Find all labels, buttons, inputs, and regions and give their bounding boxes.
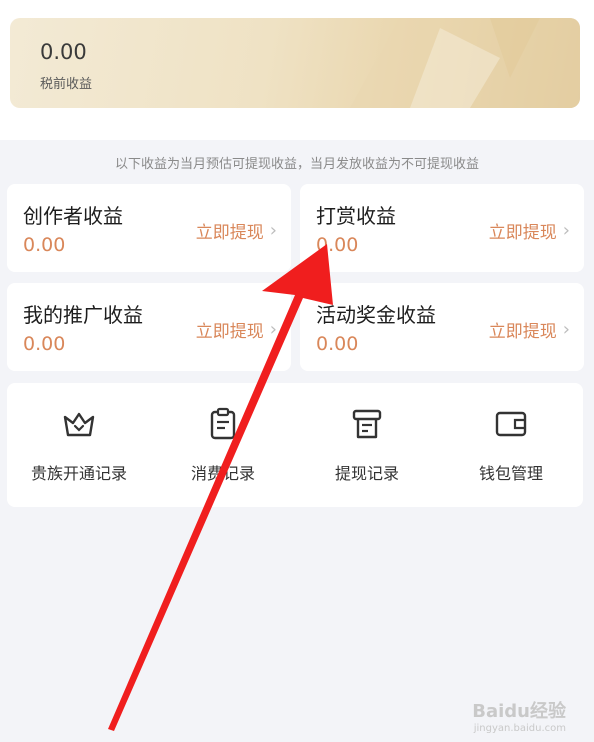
withdraw-label: 立即提现 bbox=[488, 223, 557, 243]
clipboard-icon bbox=[210, 407, 236, 440]
entry-consumption-records[interactable]: 消费记录 bbox=[151, 383, 295, 507]
chevron-right-icon: › bbox=[562, 220, 570, 241]
income-amount: 0.00 bbox=[316, 333, 359, 355]
entry-label: 钱包管理 bbox=[478, 464, 543, 483]
star-decoration-icon bbox=[350, 18, 580, 108]
pretax-income-card[interactable]: 0.00 税前收益 bbox=[10, 18, 580, 108]
watermark-main: Baidu经验 bbox=[472, 701, 566, 722]
income-card-event-bonus: 活动奖金收益 0.00 立即提现 › bbox=[300, 283, 584, 371]
withdraw-button[interactable]: 立即提现 › bbox=[489, 218, 570, 243]
withdraw-label: 立即提现 bbox=[488, 322, 557, 342]
wallet-icon bbox=[495, 411, 527, 437]
income-amount: 0.00 bbox=[23, 333, 66, 355]
records-panel: 贵族开通记录 消费记录 提现记录 钱包管理 bbox=[7, 383, 583, 507]
income-amount: 0.00 bbox=[23, 234, 66, 256]
chevron-right-icon: › bbox=[562, 319, 570, 340]
chevron-right-icon: › bbox=[269, 319, 277, 340]
entry-wallet-management[interactable]: 钱包管理 bbox=[439, 383, 583, 507]
notice-text: 以下收益为当月预估可提现收益，当月发放收益为不可提现收益 bbox=[114, 157, 479, 172]
withdraw-label: 立即提现 bbox=[195, 223, 264, 243]
income-card-promotion: 我的推广收益 0.00 立即提现 › bbox=[7, 283, 291, 371]
withdraw-button[interactable]: 立即提现 › bbox=[196, 218, 277, 243]
watermark-sub: jingyan.baidu.com bbox=[473, 723, 566, 734]
withdraw-label: 立即提现 bbox=[195, 322, 264, 342]
pretax-amount: 0.00 bbox=[40, 40, 87, 64]
crown-icon bbox=[63, 412, 95, 437]
income-title: 打赏收益 bbox=[316, 204, 396, 228]
entry-withdrawal-records[interactable]: 提现记录 bbox=[295, 383, 439, 507]
chevron-right-icon: › bbox=[269, 220, 277, 241]
baidu-watermark: Baidu经验 jingyan.baidu.com bbox=[472, 697, 566, 734]
withdraw-button[interactable]: 立即提现 › bbox=[489, 317, 570, 342]
income-title: 我的推广收益 bbox=[23, 303, 143, 327]
income-amount: 0.00 bbox=[316, 234, 359, 256]
entry-nobility-records[interactable]: 贵族开通记录 bbox=[7, 383, 151, 507]
income-title: 活动奖金收益 bbox=[316, 303, 436, 327]
income-card-creator: 创作者收益 0.00 立即提现 › bbox=[7, 184, 291, 272]
withdraw-button[interactable]: 立即提现 › bbox=[196, 317, 277, 342]
pretax-label: 税前收益 bbox=[40, 77, 93, 92]
entry-label: 消费记录 bbox=[190, 464, 255, 483]
income-card-tips: 打赏收益 0.00 立即提现 › bbox=[300, 184, 584, 272]
cashier-icon bbox=[352, 409, 382, 439]
entry-label: 贵族开通记录 bbox=[30, 464, 127, 483]
entry-label: 提现记录 bbox=[334, 464, 399, 483]
income-title: 创作者收益 bbox=[23, 204, 123, 228]
